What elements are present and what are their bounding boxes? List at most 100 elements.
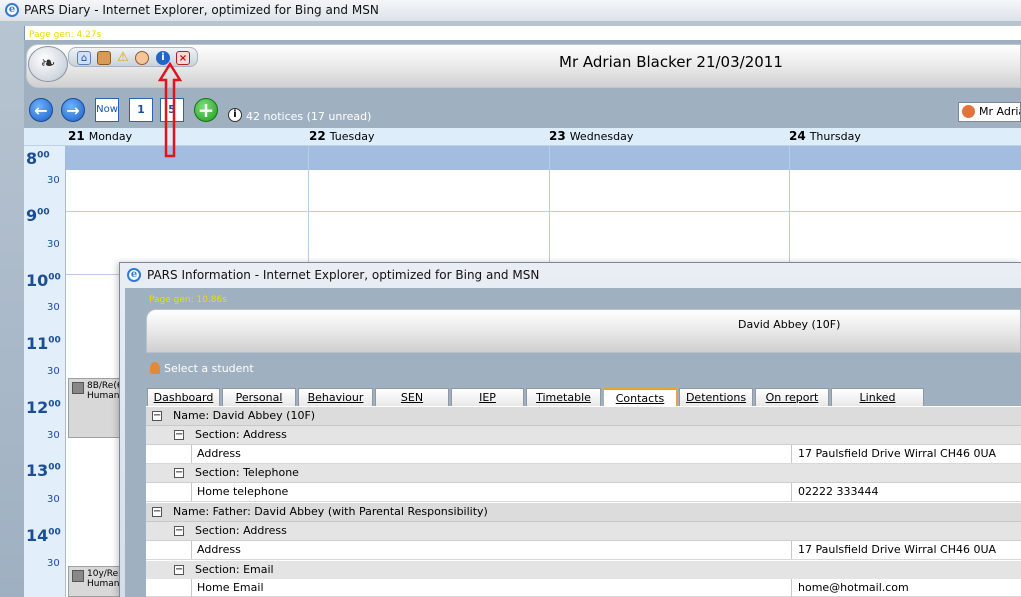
outer-window-title: PARS Diary - Internet Explorer, optimize… <box>24 3 379 17</box>
select-student-link[interactable]: Select a student <box>150 362 254 375</box>
event-line: 10y/Re <box>87 569 119 579</box>
day-header-wednesday[interactable]: 23 Wednesday <box>549 129 633 143</box>
one-day-view-button[interactable]: 1 <box>129 98 153 122</box>
contact-item-label: Address <box>197 543 241 556</box>
ie-logo-icon: e <box>127 268 141 282</box>
collapse-icon[interactable]: − <box>152 507 162 517</box>
cell-separator <box>191 579 192 597</box>
hour-label: 1400 <box>26 526 61 545</box>
calendar-event[interactable]: 8B/Re(6 Human <box>68 378 120 438</box>
contact-item-label: Home Email <box>197 581 264 594</box>
tab-linked-documents[interactable]: Linked documents <box>831 388 924 421</box>
person-icon[interactable] <box>135 51 149 65</box>
contact-group-row: − Name: Father: David Abbey (with Parent… <box>146 503 1021 522</box>
next-arrow-icon[interactable]: → <box>61 98 85 122</box>
notices-info-icon[interactable]: i <box>228 108 242 122</box>
popup-page-gen-label: Page gen: 10.86s <box>149 295 227 305</box>
tab-iep[interactable]: IEP <box>451 388 524 407</box>
hour-label: 1000 <box>26 271 61 290</box>
popup-window-title: PARS Information - Internet Explorer, op… <box>147 268 540 282</box>
contact-item-label: Address <box>197 447 241 460</box>
collapse-icon[interactable]: − <box>174 565 184 575</box>
tab-sen[interactable]: SEN <box>375 388 449 407</box>
half-hour-label: 30 <box>47 366 60 377</box>
contact-item-row: Address 17 Paulsfield Drive Wirral CH46 … <box>146 445 1021 464</box>
user-select-value: Mr Adrian <box>979 105 1020 118</box>
collapse-icon[interactable]: − <box>174 468 184 478</box>
now-button[interactable]: Now <box>95 98 119 122</box>
day-header-monday[interactable]: 21 Monday <box>68 129 132 143</box>
cell-separator <box>791 579 792 597</box>
hour-label: 1200 <box>26 398 61 417</box>
event-line: 8B/Re(6 <box>87 381 120 391</box>
cell-separator <box>791 541 792 559</box>
hour-label: 1100 <box>26 334 61 353</box>
book-icon[interactable] <box>97 51 111 65</box>
tab-detentions[interactable]: Detentions <box>679 388 753 407</box>
contact-section-label: Section: Telephone <box>195 466 299 479</box>
day-header-thursday[interactable]: 24 Thursday <box>789 129 861 143</box>
tab-personal[interactable]: Personal <box>222 388 296 407</box>
cell-separator <box>791 483 792 501</box>
cell-separator <box>191 483 192 501</box>
contact-group-row: − Name: David Abbey (10F) <box>146 407 1021 426</box>
calendar-event[interactable]: 10y/Re Human <box>68 566 120 597</box>
contact-group-label: Name: David Abbey (10F) <box>173 409 316 422</box>
parsdiary-logo[interactable]: ❧ <box>28 46 68 82</box>
hour-label: 900 <box>26 206 50 225</box>
contact-item-label: Home telephone <box>197 485 289 498</box>
event-line: Human <box>87 391 120 401</box>
contact-item-value: 17 Paulsfield Drive Wirral CH46 0UA <box>798 447 997 460</box>
contact-section-row: − Section: Address <box>146 426 1021 445</box>
tab-timetable[interactable]: Timetable <box>526 388 601 407</box>
red-arrow-annotation <box>158 62 182 158</box>
collapse-icon[interactable]: − <box>174 430 184 440</box>
page-gen-label: Page gen: 4.27s <box>29 30 102 40</box>
contact-section-label: Section: Email <box>195 563 274 576</box>
half-hour-label: 30 <box>47 430 60 441</box>
hour-label: 800 <box>26 149 50 168</box>
contact-item-row: Home telephone 02222 333444 <box>146 483 1021 502</box>
collapse-icon[interactable]: − <box>152 411 162 421</box>
cell-separator <box>191 541 192 559</box>
diary-title: Mr Adrian Blacker 21/03/2011 <box>559 53 783 71</box>
select-student-label: Select a student <box>164 362 254 375</box>
all-day-row[interactable] <box>66 146 1021 170</box>
event-line: Human <box>87 579 120 589</box>
contact-section-row: − Section: Telephone <box>146 464 1021 483</box>
home-icon[interactable]: ⌂ <box>77 51 91 65</box>
previous-arrow-icon[interactable]: ← <box>29 98 53 122</box>
half-hour-label: 30 <box>47 239 60 250</box>
user-select[interactable]: Mr Adrian <box>958 102 1021 122</box>
half-hour-label: 30 <box>47 175 60 186</box>
contact-item-value: home@hotmail.com <box>798 581 909 594</box>
tab-contacts[interactable]: Contacts <box>603 388 677 407</box>
popup-header-bar <box>146 309 1021 353</box>
lesson-icon <box>72 382 84 394</box>
half-hour-label: 30 <box>47 302 60 313</box>
contact-section-label: Section: Address <box>195 428 287 441</box>
hour-line <box>66 211 1021 212</box>
user-icon <box>962 105 975 118</box>
warning-icon[interactable]: ⚠ <box>116 51 130 65</box>
cell-separator <box>191 445 192 463</box>
contact-item-row: Address 17 Paulsfield Drive Wirral CH46 … <box>146 541 1021 560</box>
tab-behaviour[interactable]: Behaviour <box>298 388 373 407</box>
cell-separator <box>791 445 792 463</box>
student-name-title: David Abbey (10F) <box>738 318 841 331</box>
day-header-tuesday[interactable]: 22 Tuesday <box>309 129 374 143</box>
add-button[interactable]: + <box>194 98 218 122</box>
contact-item-value: 02222 333444 <box>798 485 879 498</box>
notices-link[interactable]: 42 notices (17 unread) <box>246 110 371 123</box>
tab-on-report[interactable]: On report <box>755 388 829 407</box>
contact-section-label: Section: Address <box>195 524 287 537</box>
contact-item-row: Home Email home@hotmail.com <box>146 579 1021 597</box>
ie-logo-icon: e <box>5 3 19 17</box>
lesson-icon <box>72 570 84 582</box>
tab-dashboard[interactable]: Dashboard <box>147 388 220 407</box>
hour-label: 1300 <box>26 461 61 480</box>
contact-item-value: 17 Paulsfield Drive Wirral CH46 0UA <box>798 543 997 556</box>
outer-window-titlebar: e PARS Diary - Internet Explorer, optimi… <box>0 0 1021 22</box>
contact-section-row: − Section: Address <box>146 522 1021 541</box>
collapse-icon[interactable]: − <box>174 526 184 536</box>
